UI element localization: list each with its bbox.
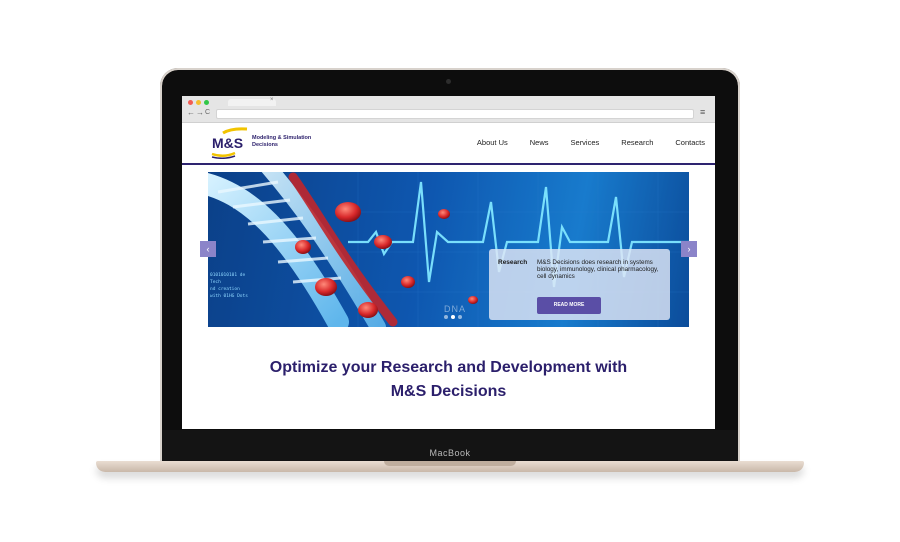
- slider-next-button[interactable]: ›: [681, 241, 697, 257]
- slider-prev-button[interactable]: ‹: [200, 241, 216, 257]
- tech-line: nd creation: [210, 287, 240, 292]
- page-headline: Optimize your Research and Development w…: [182, 356, 715, 404]
- site-header: M&S Modeling & Simulation Decisions Abou…: [182, 123, 715, 163]
- main-nav: About Us News Services Research Contacts: [477, 138, 715, 147]
- minimize-window-button[interactable]: [196, 100, 201, 105]
- screen: × ← → C ≡ M&S Modeling & Simulation Deci…: [182, 96, 715, 429]
- hero-dna-text: DNA: [444, 304, 467, 314]
- read-more-button[interactable]: READ MORE: [537, 297, 601, 314]
- nav-contacts[interactable]: Contacts: [675, 138, 705, 147]
- logo-line2: Decisions: [252, 142, 278, 148]
- header-divider: [182, 163, 715, 165]
- tab-close-icon[interactable]: ×: [270, 97, 274, 103]
- logo-title[interactable]: Modeling & Simulation Decisions: [252, 135, 311, 149]
- slide-caption-card: Research M&S Decisions does research in …: [489, 249, 670, 320]
- close-window-button[interactable]: [188, 100, 193, 105]
- tech-line: Tech: [210, 280, 221, 285]
- logo-line1: Modeling & Simulation: [252, 135, 312, 141]
- svg-text:M&S: M&S: [212, 135, 243, 151]
- camera: [446, 79, 451, 84]
- forward-icon[interactable]: →: [196, 108, 204, 118]
- headline-line1: Optimize your Research and Development w…: [269, 359, 628, 376]
- laptop-notch: [384, 461, 516, 466]
- back-icon[interactable]: ←: [187, 108, 195, 118]
- browser-menu-icon[interactable]: ≡: [700, 107, 705, 117]
- hero-tech-text: 0101010101 de Tech nd creation with 01HG…: [210, 272, 248, 300]
- browser-tab[interactable]: [228, 99, 276, 106]
- laptop-chin: [162, 430, 738, 464]
- tech-line: 0101010101 de: [210, 273, 246, 278]
- slide-label: Research: [498, 259, 528, 266]
- nav-about-us[interactable]: About Us: [477, 138, 508, 147]
- browser-chrome: × ← → C ≡: [182, 96, 715, 123]
- slider-dots: [444, 315, 462, 319]
- tech-line: with 01HG Dots: [210, 294, 248, 299]
- slide-description: M&S Decisions does research in systems b…: [537, 259, 659, 281]
- slider-dot-active[interactable]: [451, 315, 455, 319]
- device-label: MacBook: [429, 448, 471, 458]
- nav-news[interactable]: News: [530, 138, 549, 147]
- nav-research[interactable]: Research: [621, 138, 653, 147]
- slider-dot[interactable]: [444, 315, 448, 319]
- slider-dot[interactable]: [458, 315, 462, 319]
- headline-line2: M&S Decisions: [390, 383, 507, 400]
- nav-services[interactable]: Services: [571, 138, 600, 147]
- maximize-window-button[interactable]: [204, 100, 209, 105]
- reload-icon[interactable]: C: [205, 108, 210, 118]
- logo-icon[interactable]: M&S: [209, 127, 251, 159]
- address-bar[interactable]: [216, 109, 694, 119]
